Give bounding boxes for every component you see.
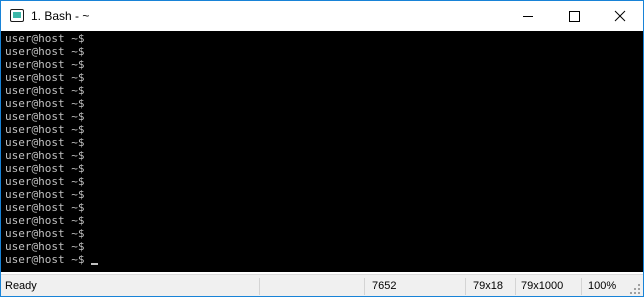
close-button[interactable] — [597, 1, 643, 31]
prompt-text: user@host ~$ — [5, 253, 85, 266]
window-title: 1. Bash - ~ — [31, 9, 90, 23]
minimize-button[interactable] — [505, 1, 551, 31]
prompt-text: user@host ~$ — [5, 84, 85, 97]
terminal-line: user@host ~$ — [5, 253, 99, 266]
terminal-line: user@host ~$ — [5, 123, 98, 136]
prompt-text: user@host ~$ — [5, 97, 85, 110]
prompt-text: user@host ~$ — [5, 201, 85, 214]
prompt-text: user@host ~$ — [5, 110, 85, 123]
terminal-output-area[interactable]: user@host ~$ user@host ~$ user@host ~$ user… — [1, 31, 643, 272]
terminal-window: 1. Bash - ~ user@host ~$ user@host ~$ user… — [0, 0, 644, 297]
status-console-size: 79x18 — [465, 278, 515, 295]
terminal-line: user@host ~$ — [5, 162, 98, 175]
terminal-line: user@host ~$ — [5, 58, 98, 71]
terminal-line: user@host ~$ — [5, 240, 98, 253]
prompt-text: user@host ~$ — [5, 188, 85, 201]
terminal-line: user@host ~$ — [5, 227, 98, 240]
status-zoom[interactable]: 100% — [581, 278, 621, 295]
maximize-icon — [569, 11, 580, 22]
status-bar: Ready 7652 79x18 79x1000 100% — [1, 274, 643, 296]
terminal-line: user@host ~$ — [5, 71, 98, 84]
status-ready: Ready — [5, 280, 37, 292]
terminal-line: user@host ~$ — [5, 175, 98, 188]
app-icon-screen — [13, 12, 21, 18]
prompt-text: user@host ~$ — [5, 136, 85, 149]
prompt-text: user@host ~$ — [5, 58, 85, 71]
prompt-text: user@host ~$ — [5, 123, 85, 136]
prompt-text: user@host ~$ — [5, 162, 85, 175]
terminal-line: user@host ~$ — [5, 110, 98, 123]
terminal-line: user@host ~$ — [5, 97, 98, 110]
status-buffer-size: 79x1000 — [515, 278, 581, 295]
maximize-button[interactable] — [551, 1, 597, 31]
terminal-line: user@host ~$ — [5, 214, 98, 227]
text-cursor — [91, 263, 99, 265]
prompt-text: user@host ~$ — [5, 149, 85, 162]
resize-grip-icon[interactable] — [629, 283, 641, 295]
status-empty-pane — [259, 278, 364, 295]
prompt-text: user@host ~$ — [5, 175, 85, 188]
prompt-text: user@host ~$ — [5, 214, 85, 227]
prompt-text: user@host ~$ — [5, 71, 85, 84]
close-icon — [614, 10, 626, 22]
prompt-text: user@host ~$ — [5, 45, 85, 58]
terminal-line: user@host ~$ — [5, 149, 98, 162]
terminal-line: user@host ~$ — [5, 136, 98, 149]
terminal-line: user@host ~$ — [5, 201, 98, 214]
title-bar[interactable]: 1. Bash - ~ — [1, 1, 643, 31]
terminal-line: user@host ~$ — [5, 84, 98, 97]
terminal-lines: user@host ~$ user@host ~$ user@host ~$ user… — [5, 32, 99, 266]
terminal-line: user@host ~$ — [5, 45, 98, 58]
status-counter: 7652 — [364, 278, 465, 295]
terminal-line: user@host ~$ — [5, 32, 98, 45]
prompt-text: user@host ~$ — [5, 32, 85, 45]
prompt-text: user@host ~$ — [5, 240, 85, 253]
terminal-line: user@host ~$ — [5, 188, 98, 201]
prompt-text: user@host ~$ — [5, 227, 85, 240]
terminal-app-icon[interactable] — [10, 9, 24, 22]
minimize-icon — [523, 16, 533, 17]
